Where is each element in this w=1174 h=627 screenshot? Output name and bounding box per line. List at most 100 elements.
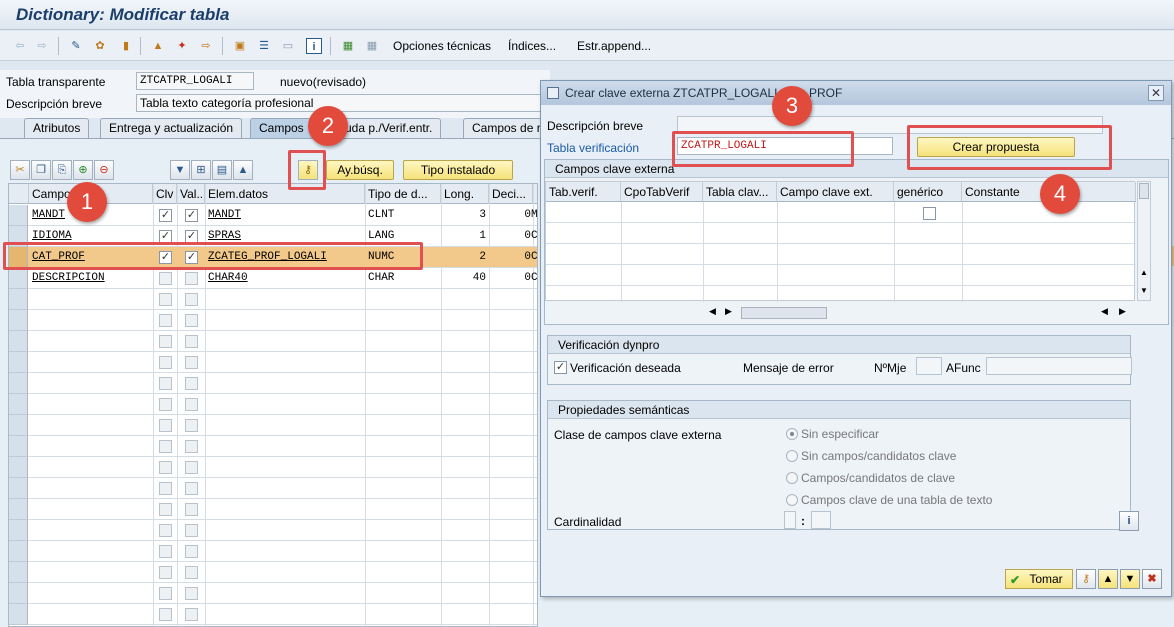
empty-row[interactable] [9,583,537,604]
scroll-right-icon[interactable]: ▶ [725,306,732,317]
key-checkbox[interactable] [159,482,172,495]
key-checkbox[interactable] [159,545,172,558]
row-selector[interactable] [9,562,28,583]
key-checkbox[interactable] [159,461,172,474]
initial-checkbox[interactable]: ✓ [185,209,198,222]
col-header-decimals[interactable]: Deci... [489,184,533,204]
append-structure-button[interactable]: Estr.append... [577,39,651,53]
key-checkbox[interactable] [159,503,172,516]
row-selector[interactable] [9,289,28,310]
radio-key-fields[interactable] [786,472,798,484]
radio-no-key-fields[interactable] [786,450,798,462]
initial-checkbox[interactable] [185,356,198,369]
key-checkbox[interactable] [159,440,172,453]
key-checkbox[interactable] [159,608,172,621]
data-element[interactable]: MANDT [205,205,365,226]
generic-checkbox[interactable] [923,207,936,220]
initial-checkbox[interactable] [185,440,198,453]
initial-checkbox[interactable] [185,272,198,285]
info-icon[interactable]: i [306,38,322,54]
where-used-icon[interactable]: ⇨ [198,38,214,54]
row-selector[interactable] [9,331,28,352]
foreign-key-icon[interactable]: ⚷ [1076,569,1096,589]
empty-row[interactable] [9,541,537,562]
details-icon[interactable]: ▤ [212,160,232,180]
cut-icon[interactable]: ✂ [10,160,30,180]
row-selector[interactable] [9,478,28,499]
empty-row[interactable] [9,478,537,499]
row-selector[interactable] [9,310,28,331]
empty-row[interactable] [9,352,537,373]
row-selector[interactable] [9,352,28,373]
key-checkbox[interactable] [159,272,172,285]
scroll-down-icon[interactable]: ▼ [1140,286,1148,295]
fk-grid-hscrollbar[interactable]: ◀ ▶ ◀ ▶ [705,306,1135,320]
key-checkbox[interactable]: ✓ [159,209,172,222]
insert-row-icon[interactable]: ⊕ [73,160,93,180]
key-checkbox[interactable] [159,356,172,369]
display-change-icon[interactable]: ✿ [92,38,108,54]
row-selector[interactable] [9,541,28,562]
row-selector[interactable] [9,205,28,226]
row-selector[interactable] [9,499,28,520]
tab-attributes[interactable]: Atributos [24,118,90,138]
key-checkbox[interactable] [159,524,172,537]
test-icon[interactable]: ✦ [174,38,190,54]
key-checkbox[interactable] [159,587,172,600]
row-selector[interactable] [9,373,28,394]
object-list-icon[interactable]: ▣ [232,38,248,54]
scroll-thumb[interactable] [741,307,827,319]
tab-input-help[interactable]: uda p./Verif.entr. [336,118,442,138]
scroll-thumb[interactable] [1139,183,1149,199]
row-selector[interactable] [9,583,28,604]
initial-checkbox[interactable] [185,482,198,495]
empty-row[interactable] [9,604,537,625]
empty-row[interactable] [9,373,537,394]
initial-checkbox[interactable] [185,461,198,474]
initial-checkbox[interactable] [185,314,198,327]
new-rows-icon[interactable]: ⊞ [191,160,211,180]
key-checkbox[interactable] [159,419,172,432]
move-up-icon[interactable]: ▲ [1098,569,1118,589]
empty-row[interactable] [9,499,537,520]
delete-row-icon[interactable]: ⊖ [94,160,114,180]
scroll-left-icon[interactable]: ◀ [1101,306,1108,317]
scroll-left-icon[interactable]: ◀ [709,306,716,317]
other-object-icon[interactable]: ✎ [68,38,84,54]
initial-checkbox[interactable] [185,524,198,537]
expand-icon[interactable]: ▼ [170,160,190,180]
key-checkbox[interactable] [159,314,172,327]
initial-checkbox[interactable] [185,377,198,390]
key-checkbox[interactable] [159,335,172,348]
search-help-button[interactable]: Ay.búsq. [326,160,394,180]
initial-checkbox[interactable] [185,503,198,516]
tab-fields[interactable]: Campos [250,118,313,138]
fk-col-check-field[interactable]: CpoTabVerif [621,182,703,202]
key-checkbox[interactable] [159,377,172,390]
move-down-icon[interactable]: ▼ [1120,569,1140,589]
forward-icon[interactable]: ⇨ [34,38,50,54]
ok-button[interactable]: ✔ Tomar [1005,569,1073,589]
empty-row[interactable] [9,562,537,583]
key-checkbox[interactable] [159,293,172,306]
indices-button[interactable]: Índices... [508,39,556,53]
radio-unspecified[interactable] [786,428,798,440]
close-icon[interactable]: ✕ [1148,85,1164,101]
tab-currency-fields[interactable]: Campos de r [463,118,543,138]
initial-checkbox[interactable] [185,587,198,600]
cardinality-right-field[interactable] [811,511,831,529]
info-icon[interactable]: i [1119,511,1139,531]
collapse-icon[interactable]: ▲ [233,160,253,180]
layout-icon[interactable]: ▦ [364,38,380,54]
empty-row[interactable] [9,289,537,310]
col-header-data-element[interactable]: Elem.datos [205,184,365,204]
display-icon[interactable]: ▭ [280,38,296,54]
paste-icon[interactable]: ⎘ [52,160,72,180]
initial-checkbox[interactable] [185,293,198,306]
row-selector[interactable] [9,394,28,415]
fk-grid-vscrollbar[interactable]: ▲ ▼ [1137,181,1151,301]
cardinality-left-field[interactable] [784,511,796,529]
copy-icon[interactable]: ❐ [31,160,51,180]
fk-col-check-table[interactable]: Tab.verif. [546,182,621,202]
scroll-up-icon[interactable]: ▲ [1140,268,1148,277]
